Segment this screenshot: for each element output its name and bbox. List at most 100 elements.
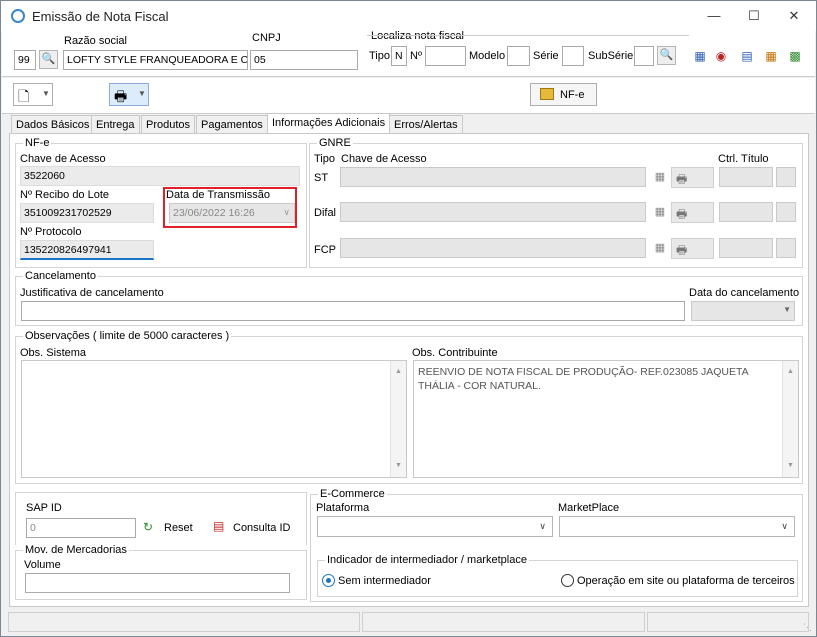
volume-field[interactable] <box>25 573 290 593</box>
record-icon[interactable]: ◉ <box>713 48 729 64</box>
data-cancelamento-label: Data do cancelamento <box>689 287 800 299</box>
gnre-st-chave-field[interactable] <box>340 167 646 187</box>
tab-entrega[interactable]: Entrega <box>91 115 140 134</box>
resize-grip-icon[interactable]: ⋱ <box>803 622 812 633</box>
scroll-up-icon[interactable]: ▲ <box>787 365 794 379</box>
tab-dados-basicos[interactable]: Dados Básicos <box>11 115 95 134</box>
obs-contribuinte-text: REENVIO DE NOTA FISCAL DE PRODUÇÃO- REF.… <box>418 366 749 392</box>
new-document-icon: 🗋 <box>18 88 30 104</box>
sem-intermediador-radio[interactable] <box>322 574 335 587</box>
action-toolbar: 🗋 ▼ 🖶 ▼ NF-e <box>2 78 815 114</box>
modelo-label: Modelo <box>469 50 506 62</box>
obs-contribuinte-textarea[interactable]: REENVIO DE NOTA FISCAL DE PRODUÇÃO- REF.… <box>413 360 799 478</box>
reset-button[interactable]: Reset <box>164 522 193 534</box>
gnre-fcp-print-button[interactable]: 🖶 <box>671 238 714 259</box>
status-cell <box>362 612 645 632</box>
print-button[interactable]: 🖶 ▼ <box>109 83 149 106</box>
search-nota-icon[interactable]: 🔍 <box>657 46 676 65</box>
nfe-button[interactable]: NF-e <box>530 83 597 106</box>
observacoes-group: Observações ( limite de 5000 caracteres … <box>15 330 803 484</box>
barcode-icon[interactable]: ▦ <box>650 168 670 187</box>
report-icon[interactable]: ▦ <box>692 48 708 64</box>
tab-produtos[interactable]: Produtos <box>141 115 196 134</box>
sap-id-field[interactable]: 0 <box>26 518 136 538</box>
gnre-fcp-check[interactable] <box>776 238 796 258</box>
chevron-down-icon: ∨ <box>539 521 546 531</box>
data-transmissao-field[interactable]: 23/06/2022 16:26 ∨ <box>169 203 295 223</box>
cnpj-field[interactable]: 05 <box>250 50 358 70</box>
serie-label: Série <box>533 50 559 62</box>
search-icon[interactable]: 🔍 <box>39 50 58 69</box>
tab-informacoes-adicionais[interactable]: Informações Adicionais <box>267 113 391 134</box>
maximize-button[interactable]: ☐ <box>734 1 774 31</box>
status-bar: ⋱ <box>2 609 815 636</box>
marketplace-select[interactable]: ∨ <box>559 516 795 537</box>
recibo-lote-field[interactable]: 351009231702529 <box>20 203 154 223</box>
ecommerce-title: E-Commerce <box>318 488 387 500</box>
scroll-down-icon[interactable]: ▼ <box>787 459 794 473</box>
terceiros-radio[interactable] <box>561 574 574 587</box>
barcode-icon[interactable]: ▦ <box>650 239 670 258</box>
gnre-fcp-chave-field[interactable] <box>340 238 646 258</box>
gnre-st-print-button[interactable]: 🖶 <box>671 167 714 188</box>
export-icon[interactable]: ▩ <box>787 48 803 64</box>
scrollbar[interactable]: ▲ ▼ <box>390 361 406 477</box>
justificativa-field[interactable] <box>21 301 685 321</box>
chevron-down-icon: ▼ <box>42 89 50 98</box>
minimize-button[interactable]: — <box>694 1 734 31</box>
gnre-difal-ctrl-field[interactable] <box>719 202 773 222</box>
sem-intermediador-label[interactable]: Sem intermediador <box>338 575 431 587</box>
company-code-field[interactable]: 99 <box>14 50 36 70</box>
close-button[interactable]: ✕ <box>774 1 814 31</box>
grid-icon[interactable]: ▦ <box>763 48 779 64</box>
gnre-difal-check[interactable] <box>776 202 796 222</box>
ecommerce-group: E-Commerce Plataforma ∨ MarketPlace ∨ In… <box>310 488 803 602</box>
gnre-row-difal-label: Difal <box>314 207 337 219</box>
consulta-icon[interactable]: ▤ <box>213 519 224 533</box>
document-icon[interactable]: ▤ <box>739 48 755 64</box>
numero-field[interactable] <box>425 46 466 66</box>
tipo-label: Tipo <box>369 50 390 62</box>
razao-social-field[interactable]: LOFTY STYLE FRANQUEADORA E CO <box>63 50 248 70</box>
subserie-label: SubSérie <box>588 50 634 62</box>
tab-panel: NF-e Chave de Acesso 3522060 Nº Recibo d… <box>9 133 809 607</box>
scrollbar[interactable]: ▲ ▼ <box>782 361 798 477</box>
obs-sistema-textarea[interactable]: ▲ ▼ <box>21 360 407 478</box>
tab-pagamentos[interactable]: Pagamentos <box>196 115 268 134</box>
protocolo-field[interactable]: 135220826497941 <box>20 240 154 260</box>
consulta-id-button[interactable]: Consulta ID <box>233 522 290 534</box>
window-title: Emissão de Nota Fiscal <box>32 9 169 24</box>
barcode-icon[interactable]: ▦ <box>650 203 670 222</box>
cancelamento-group: Cancelamento Justificativa de cancelamen… <box>15 270 803 326</box>
chave-acesso-field[interactable]: 3522060 <box>20 166 300 186</box>
gnre-row-fcp-label: FCP <box>314 244 336 256</box>
tipo-field[interactable]: N <box>391 46 407 66</box>
mov-mercadorias-title: Mov. de Mercadorias <box>23 544 129 556</box>
gnre-difal-print-button[interactable]: 🖶 <box>671 202 714 223</box>
indicador-group: Indicador de intermediador / marketplace… <box>317 554 798 597</box>
status-cell <box>8 612 360 632</box>
gnre-st-check[interactable] <box>776 167 796 187</box>
scroll-down-icon[interactable]: ▼ <box>395 459 402 473</box>
chevron-down-icon: ▼ <box>783 305 791 314</box>
gnre-st-ctrl-field[interactable] <box>719 167 773 187</box>
printer-icon: 🖶 <box>676 207 688 221</box>
recibo-lote-label: Nº Recibo do Lote <box>20 189 110 201</box>
tab-erros-alertas[interactable]: Erros/Alertas <box>389 115 463 134</box>
mov-mercadorias-group: Mov. de Mercadorias Volume <box>15 544 307 600</box>
reset-icon[interactable]: ↻ <box>143 520 153 534</box>
modelo-field[interactable] <box>507 46 530 66</box>
new-button[interactable]: 🗋 ▼ <box>13 83 53 106</box>
observacoes-title: Observações ( limite de 5000 caracteres … <box>23 330 232 342</box>
plataforma-select[interactable]: ∨ <box>317 516 553 537</box>
scroll-up-icon[interactable]: ▲ <box>395 365 402 379</box>
subserie-field[interactable] <box>634 46 654 66</box>
serie-field[interactable] <box>562 46 584 66</box>
data-cancelamento-field[interactable]: ▼ <box>691 301 795 321</box>
gnre-fcp-ctrl-field[interactable] <box>719 238 773 258</box>
justificativa-label: Justificativa de cancelamento <box>20 287 164 299</box>
obs-contribuinte-label: Obs. Contribuinte <box>412 347 498 359</box>
gnre-difal-chave-field[interactable] <box>340 202 646 222</box>
terceiros-label[interactable]: Operação em site ou plataforma de tercei… <box>577 575 795 587</box>
nfe-icon <box>540 88 554 100</box>
